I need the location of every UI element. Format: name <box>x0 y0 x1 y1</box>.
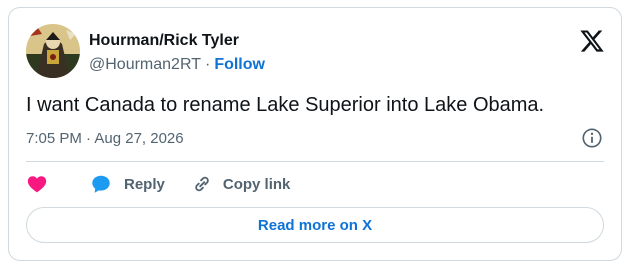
avatar[interactable] <box>26 24 80 78</box>
action-bar: Reply Copy link <box>26 173 290 195</box>
link-icon <box>195 176 209 192</box>
separator: · <box>204 56 211 73</box>
follow-button[interactable]: Follow <box>214 56 265 73</box>
read-more-button[interactable]: Read more on X <box>26 207 604 243</box>
like-button[interactable] <box>26 173 48 195</box>
author-handle[interactable]: @Hourman2RT <box>89 56 201 73</box>
copy-link-button[interactable]: Copy link <box>191 173 291 195</box>
tweet-timestamp[interactable]: 7:05 PM · Aug 27, 2026 <box>26 130 184 147</box>
copy-link-label: Copy link <box>222 175 291 193</box>
heart-icon <box>27 176 47 193</box>
author-meta: @Hourman2RT · Follow <box>89 56 265 74</box>
divider <box>26 161 604 162</box>
info-icon[interactable] <box>581 127 603 149</box>
x-logo-icon[interactable] <box>579 28 605 54</box>
avatar-image <box>26 24 80 78</box>
reply-label: Reply <box>124 175 165 193</box>
tweet-card: Hourman/Rick Tyler @Hourman2RT · Follow I … <box>8 7 622 261</box>
tweet-text: I want Canada to rename Lake Superior in… <box>26 94 545 116</box>
reply-button[interactable]: Reply <box>90 173 165 195</box>
author-name[interactable]: Hourman/Rick Tyler <box>89 32 239 50</box>
speech-bubble-icon <box>92 175 110 193</box>
